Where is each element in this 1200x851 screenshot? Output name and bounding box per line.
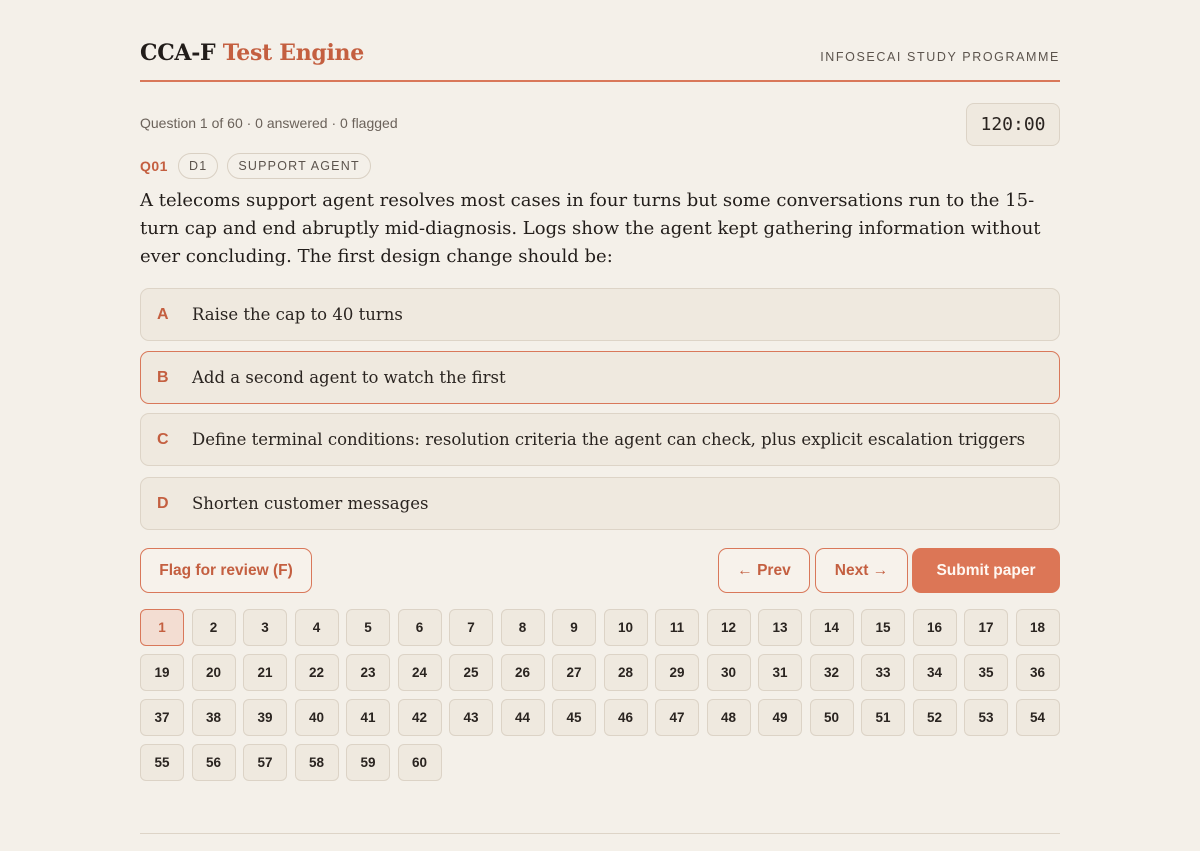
question-nav-cell-13[interactable]: 13 [758, 609, 802, 646]
option-d[interactable]: D Shorten customer messages [140, 477, 1060, 530]
question-nav-cell-49[interactable]: 49 [758, 699, 802, 736]
question-nav-cell-28[interactable]: 28 [603, 654, 648, 691]
question-nav-cell-38[interactable]: 38 [191, 699, 236, 736]
question-nav-cell-58[interactable]: 58 [294, 744, 339, 781]
programme-label: INFOSECAI STUDY PROGRAMME [820, 50, 1060, 64]
question-nav-cell-21[interactable]: 21 [243, 654, 287, 691]
question-nav-cell-56[interactable]: 56 [191, 744, 236, 781]
question-nav-cell-50[interactable]: 50 [809, 699, 854, 736]
question-nav-cell-34[interactable]: 34 [912, 654, 957, 691]
question-nav-cell-6[interactable]: 6 [397, 609, 442, 646]
question-nav-cell-8[interactable]: 8 [500, 609, 545, 646]
option-letter: B [157, 368, 169, 386]
question-nav-cell-27[interactable]: 27 [552, 654, 596, 691]
brand-prefix: CCA-F [140, 40, 216, 66]
question-nav-cell-7[interactable]: 7 [449, 609, 493, 646]
question-nav-cell-37[interactable]: 37 [140, 699, 184, 736]
question-navigator: 1 2 3 4 5 6 7 8 9 10 11 12 13 14 15 16 17 18 19 20 21 22 23 24 2… [140, 609, 1060, 781]
question-nav-cell-59[interactable]: 59 [346, 744, 390, 781]
question-nav-cell-48[interactable]: 48 [706, 699, 751, 736]
question-nav-cell-18[interactable]: 18 [1015, 609, 1060, 646]
question-nav-cell-36[interactable]: 36 [1015, 654, 1060, 691]
submit-paper-button[interactable]: Submit paper [912, 548, 1060, 593]
question-nav-cell-3[interactable]: 3 [243, 609, 287, 646]
question-nav-cell-10[interactable]: 10 [603, 609, 648, 646]
question-nav-cell-17[interactable]: 17 [964, 609, 1008, 646]
question-nav-cell-4[interactable]: 4 [294, 609, 339, 646]
prev-button[interactable]: ← Prev [718, 548, 810, 593]
question-id: Q01 [140, 158, 168, 174]
question-nav-cell-47[interactable]: 47 [655, 699, 699, 736]
question-nav-cell-46[interactable]: 46 [603, 699, 648, 736]
question-nav-cell-57[interactable]: 57 [243, 744, 287, 781]
question-nav-cell-30[interactable]: 30 [706, 654, 751, 691]
option-text: Add a second agent to watch the first [192, 368, 506, 387]
flag-for-review-button[interactable]: Flag for review (F) [140, 548, 312, 593]
question-nav-cell-19[interactable]: 19 [140, 654, 184, 691]
question-nav-cell-29[interactable]: 29 [655, 654, 699, 691]
question-nav-cell-1[interactable]: 1 [140, 609, 184, 646]
question-nav-cell-39[interactable]: 39 [243, 699, 287, 736]
question-nav-cell-44[interactable]: 44 [500, 699, 545, 736]
option-letter: A [157, 305, 169, 323]
option-b[interactable]: B Add a second agent to watch the first [140, 351, 1060, 404]
question-nav-cell-22[interactable]: 22 [294, 654, 339, 691]
question-tags: Q01 D1 SUPPORT AGENT [140, 153, 380, 179]
question-text: A telecoms support agent resolves most c… [140, 190, 1041, 267]
question-nav-cell-42[interactable]: 42 [397, 699, 442, 736]
question-nav-cell-52[interactable]: 52 [912, 699, 957, 736]
question-nav-cell-2[interactable]: 2 [191, 609, 236, 646]
brand-title: CCA-F Test Engine [140, 40, 364, 66]
question-nav-cell-24[interactable]: 24 [397, 654, 442, 691]
brand-accent: Test Engine [222, 40, 365, 66]
question-nav-cell-54[interactable]: 54 [1015, 699, 1060, 736]
question-nav-cell-11[interactable]: 11 [655, 609, 699, 646]
question-nav-cell-14[interactable]: 14 [809, 609, 854, 646]
app-header: CCA-F Test Engine INFOSECAI STUDY PROGRA… [140, 38, 1060, 82]
next-button[interactable]: Next → [815, 548, 908, 593]
footer-divider [140, 833, 1060, 834]
option-letter: C [157, 430, 169, 448]
option-text: Define terminal conditions: resolution c… [192, 430, 1026, 449]
option-c[interactable]: C Define terminal conditions: resolution… [140, 413, 1060, 466]
question-nav-cell-26[interactable]: 26 [500, 654, 545, 691]
option-text: Shorten customer messages [192, 494, 429, 513]
question-nav-cell-53[interactable]: 53 [964, 699, 1008, 736]
countdown-timer: 120:00 [966, 103, 1060, 146]
question-nav-cell-16[interactable]: 16 [912, 609, 957, 646]
question-nav-cell-15[interactable]: 15 [861, 609, 905, 646]
question-nav-cell-43[interactable]: 43 [449, 699, 493, 736]
question-nav-cell-55[interactable]: 55 [140, 744, 184, 781]
question-nav-cell-25[interactable]: 25 [449, 654, 493, 691]
question-nav-cell-9[interactable]: 9 [552, 609, 596, 646]
domain-tag: D1 [177, 153, 219, 179]
question-nav-cell-40[interactable]: 40 [294, 699, 339, 736]
question-status: Question 1 of 60 · 0 answered · 0 flagge… [140, 115, 398, 131]
question-nav-cell-12[interactable]: 12 [706, 609, 751, 646]
question-nav-cell-23[interactable]: 23 [346, 654, 390, 691]
question-nav-cell-51[interactable]: 51 [861, 699, 905, 736]
option-text: Raise the cap to 40 turns [192, 305, 403, 324]
question-nav-cell-31[interactable]: 31 [758, 654, 802, 691]
question-nav-cell-33[interactable]: 33 [861, 654, 905, 691]
question-nav-cell-60[interactable]: 60 [397, 744, 442, 781]
question-nav-cell-35[interactable]: 35 [964, 654, 1008, 691]
option-letter: D [157, 494, 169, 512]
question-nav-cell-32[interactable]: 32 [809, 654, 854, 691]
topic-tag: SUPPORT AGENT [227, 153, 371, 179]
question-nav-cell-41[interactable]: 41 [346, 699, 390, 736]
question-nav-cell-20[interactable]: 20 [191, 654, 236, 691]
question-nav-cell-5[interactable]: 5 [346, 609, 390, 646]
option-a[interactable]: A Raise the cap to 40 turns [140, 288, 1060, 341]
question-nav-cell-45[interactable]: 45 [552, 699, 596, 736]
